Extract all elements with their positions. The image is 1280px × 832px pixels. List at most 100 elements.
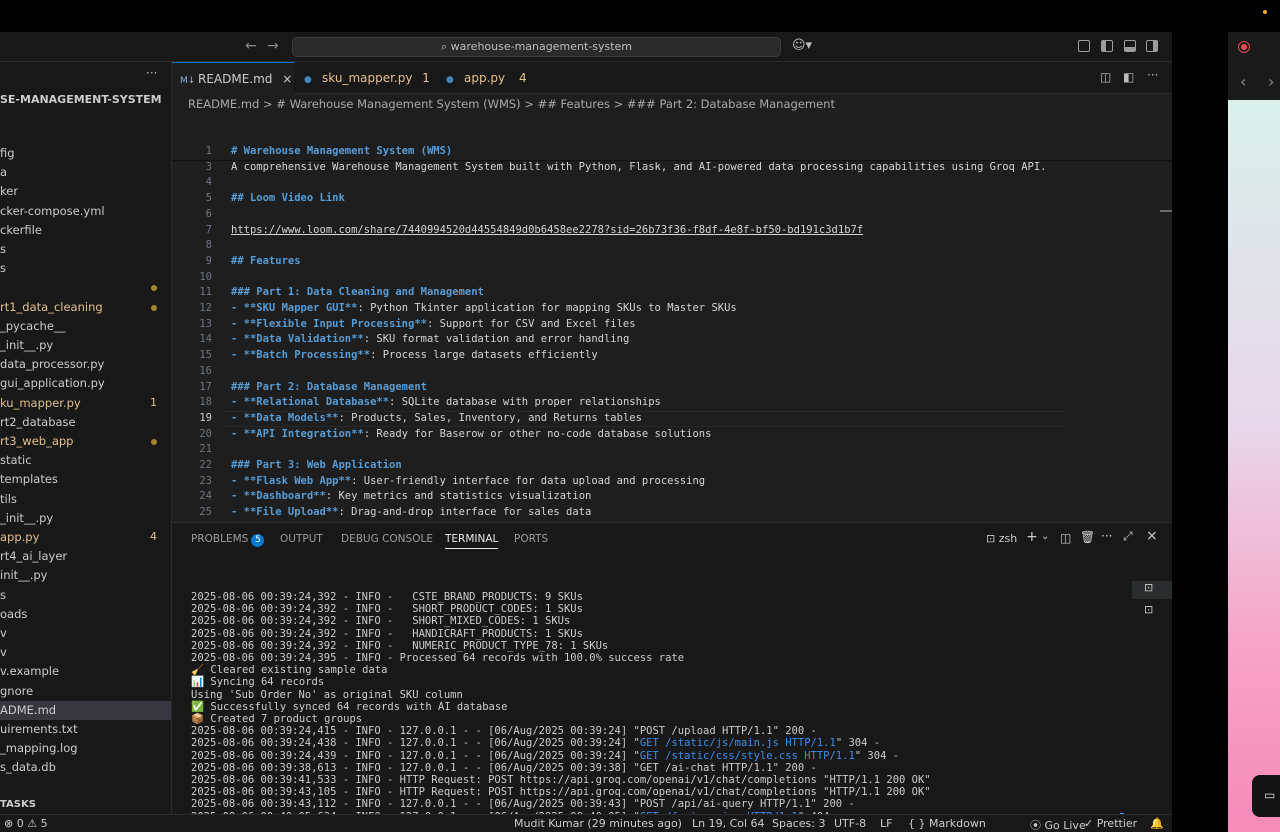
open-preview-icon[interactable]: ◫ [1100, 70, 1111, 84]
trash-icon[interactable]: 🗑 [1080, 530, 1095, 544]
code-text: - **Dashboard** [231, 490, 326, 503]
language-status[interactable]: { } Markdown [908, 817, 986, 830]
prettier-status[interactable]: ✓ Prettier [1084, 817, 1137, 830]
file-tree-item[interactable]: uirements.txt [0, 720, 78, 739]
command-center-search[interactable]: ⌕ warehouse-management-system [292, 37, 781, 57]
split-editor-icon[interactable]: ◧ [1123, 70, 1134, 84]
split-terminal-icon[interactable]: ◫ [1060, 531, 1071, 545]
camera-button[interactable]: ▭ [1252, 775, 1280, 817]
file-tree-item[interactable]: rt3_web_app [0, 432, 73, 451]
cursor-position[interactable]: Ln 19, Col 64 [692, 817, 765, 830]
terminal-shell-label[interactable]: ⊡ zsh [986, 532, 1017, 545]
terminal-text: 📦 Created 7 product groups [191, 713, 363, 725]
file-tree-item[interactable]: v.example [0, 662, 59, 681]
file-tree-item[interactable]: ku_mapper.py [0, 394, 81, 413]
code-text: ## Loom Video Link [231, 192, 345, 205]
problems-status[interactable]: ⊗ 0 ⚠ 5 [4, 817, 48, 830]
terminal-link[interactable]: GET /static/js/main.js HTTP/1.1 [640, 737, 836, 749]
file-tree-item[interactable]: gnore [0, 682, 33, 701]
encoding-status[interactable]: UTF-8 [834, 817, 866, 830]
toggle-secondary-sidebar-icon[interactable] [1146, 40, 1158, 52]
file-tree-item[interactable]: ADME.md [0, 701, 56, 720]
panel-tab[interactable]: PROBLEMS 5 [191, 533, 265, 547]
file-tree-item[interactable]: v [0, 643, 7, 662]
file-tree-item[interactable]: rt1_data_cleaning [0, 298, 103, 317]
file-tree-item[interactable]: s [0, 259, 6, 278]
code-editor[interactable]: 1 # Warehouse Management System (WMS) 3 A c… [172, 114, 1172, 522]
file-tree-item[interactable]: rt2_database [0, 413, 76, 432]
copilot-icon[interactable]: ☺▾ [792, 38, 812, 53]
code-text: - **Relational Database** [231, 396, 390, 409]
explorer-root-folder[interactable]: SE-MANAGEMENT-SYSTEM [0, 93, 162, 106]
customize-layout-icon[interactable] [1078, 40, 1090, 52]
arrow-right-icon[interactable]: → [267, 38, 279, 54]
file-tree-item[interactable]: init__.py [0, 566, 47, 585]
forward-icon[interactable]: › [1268, 72, 1274, 91]
record-icon[interactable] [1238, 41, 1250, 53]
editor-more-icon[interactable]: ··· [1147, 68, 1158, 82]
file-tree-item[interactable]: s [0, 586, 6, 605]
panel-tab[interactable]: TERMINAL [445, 533, 499, 549]
panel-more-icon[interactable]: ··· [1101, 529, 1112, 543]
file-tree-item[interactable]: gui_application.py [0, 374, 105, 393]
editor-scrollbar[interactable] [1160, 210, 1172, 212]
breadcrumb[interactable]: README.md > # Warehouse Management Syste… [188, 94, 835, 114]
toggle-panel-icon[interactable] [1124, 40, 1136, 52]
file-tree-item[interactable]: ker [0, 182, 18, 201]
terminal-text: 2025-08-06 00:39:43,112 - INFO - 127.0.0… [191, 798, 855, 811]
go-live-button[interactable]: ⦿ Go Live [1030, 817, 1086, 832]
file-tree-item[interactable]: s [0, 240, 6, 259]
code-text: - **Data Validation** [231, 333, 364, 346]
code-text: - **API Integration** [231, 427, 364, 440]
toggle-sidebar-icon[interactable] [1101, 40, 1113, 52]
file-tree-item[interactable]: rt4_ai_layer [0, 547, 67, 566]
status-bar: ⊗ 0 ⚠ 5 Mudit Kumar (29 minutes ago) Ln … [0, 814, 1172, 832]
new-terminal-icon[interactable]: + [1026, 529, 1038, 545]
eol-status[interactable]: LF [880, 817, 892, 830]
close-icon[interactable]: × [282, 72, 292, 86]
line-number: 17 [199, 380, 212, 393]
file-tree-item[interactable]: s_data.db [0, 758, 56, 777]
file-tree-item[interactable]: app.py [0, 528, 39, 547]
terminal-line: 2025-08-06 00:39:24,392 - INFO - CSTE_BR… [191, 591, 583, 603]
panel-tab[interactable]: OUTPUT [280, 533, 323, 545]
tab-sku-mapper[interactable]: ● sku_mapper.py 1 [296, 62, 436, 94]
file-tree-item[interactable]: templates [0, 470, 58, 489]
file-tree-item[interactable]: tils [0, 490, 17, 509]
file-tree-item[interactable]: oads [0, 605, 27, 624]
file-tree-item[interactable]: ckerfile [0, 221, 42, 240]
line-number: 19 [199, 411, 212, 424]
terminal-list-item-active[interactable]: ⊡ [1132, 581, 1172, 599]
line-number: 18 [199, 396, 212, 409]
file-tree-item[interactable]: v [0, 624, 7, 643]
back-icon[interactable]: ‹ [1240, 72, 1246, 91]
tab-readme[interactable]: M↓ README.md × [172, 62, 294, 94]
panel-tab[interactable]: DEBUG CONSOLE [341, 533, 433, 545]
file-tree-item[interactable]: _pycache__ [0, 317, 65, 336]
terminal-list-item[interactable]: ⊡ [1132, 603, 1172, 621]
panel-tab[interactable]: PORTS [514, 533, 548, 545]
indentation-status[interactable]: Spaces: 3 [772, 817, 825, 830]
explorer-more-icon[interactable]: ··· [146, 66, 157, 80]
link-text[interactable]: https://www.loom.com/share/7440994520d44… [231, 224, 863, 236]
file-tree-item[interactable]: static [0, 451, 32, 470]
chevron-down-icon[interactable]: ⌄ [1041, 531, 1049, 542]
file-tree-item[interactable]: fig [0, 144, 15, 163]
file-tree-item[interactable]: _init__.py [0, 509, 53, 528]
file-tree-item[interactable]: data_processor.py [0, 355, 104, 374]
arrow-left-icon[interactable]: ← [245, 38, 257, 54]
maximize-panel-icon[interactable]: ⤢ [1123, 529, 1133, 544]
file-tree-item[interactable]: a [0, 163, 7, 182]
tasks-section[interactable]: TASKS [0, 799, 36, 810]
tab-app-py[interactable]: ● app.py 4 [438, 62, 530, 94]
terminal-line: 2025-08-06 00:39:24,392 - INFO - SHORT_M… [191, 615, 570, 627]
terminal-link[interactable]: GET /static/css/style.css HTTP/1.1 [640, 750, 855, 762]
terminal-line: 2025-08-06 00:39:38,613 - INFO - 127.0.0… [191, 762, 817, 774]
terminal-line: ✅ Successfully synced 64 records with AI… [191, 701, 508, 713]
close-panel-icon[interactable]: × [1146, 528, 1158, 544]
notifications-icon[interactable]: 🔔 [1150, 817, 1164, 830]
file-tree-item[interactable]: cker-compose.yml [0, 202, 105, 221]
git-blame-status[interactable]: Mudit Kumar (29 minutes ago) [514, 817, 682, 830]
file-tree-item[interactable]: _init__.py [0, 336, 53, 355]
file-tree-item[interactable]: _mapping.log [0, 739, 78, 758]
